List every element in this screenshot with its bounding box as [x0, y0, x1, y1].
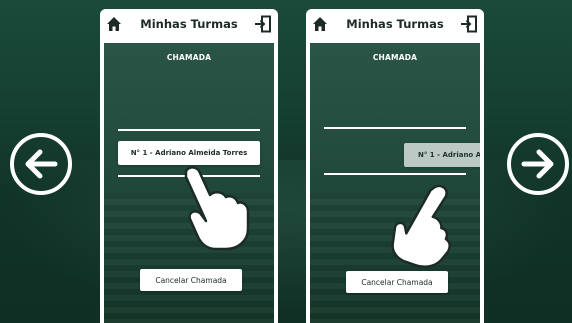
hand-pointer-icon	[184, 166, 250, 251]
attendance-panel: CHAMADA N° 1 - Adriano Alme Cancelar Cha…	[310, 43, 480, 323]
arrow-right-icon	[507, 133, 569, 195]
exit-icon[interactable]	[460, 15, 478, 33]
cancel-attendance-button[interactable]: Cancelar Chamada	[346, 271, 448, 293]
student-card-swiping[interactable]: N° 1 - Adriano Alme	[404, 143, 480, 167]
section-title: CHAMADA	[372, 53, 418, 62]
exit-icon[interactable]	[254, 15, 272, 33]
next-step-button[interactable]	[506, 132, 570, 196]
page-title: Minhas Turmas	[346, 17, 444, 31]
phone-screen-step-1: Minhas Turmas CHAMADA N° 1 - Adriano Alm…	[100, 9, 278, 323]
attendance-panel: CHAMADA N° 1 - Adriano Almeida Torres Ca…	[104, 43, 274, 323]
hand-pointer-icon	[391, 184, 451, 268]
cancel-attendance-button[interactable]: Cancelar Chamada	[140, 269, 242, 291]
divider-top	[118, 129, 260, 131]
app-bar: Minhas Turmas	[306, 9, 484, 41]
section-title: CHAMADA	[166, 53, 212, 62]
arrow-left-icon	[10, 133, 72, 195]
previous-step-button[interactable]	[9, 132, 73, 196]
page-title: Minhas Turmas	[140, 17, 238, 31]
app-bar: Minhas Turmas	[100, 9, 278, 41]
phone-screen-step-2: Minhas Turmas CHAMADA N° 1 - Adriano Alm…	[306, 9, 484, 323]
divider-top	[324, 127, 466, 129]
background-glow	[0, 160, 572, 323]
